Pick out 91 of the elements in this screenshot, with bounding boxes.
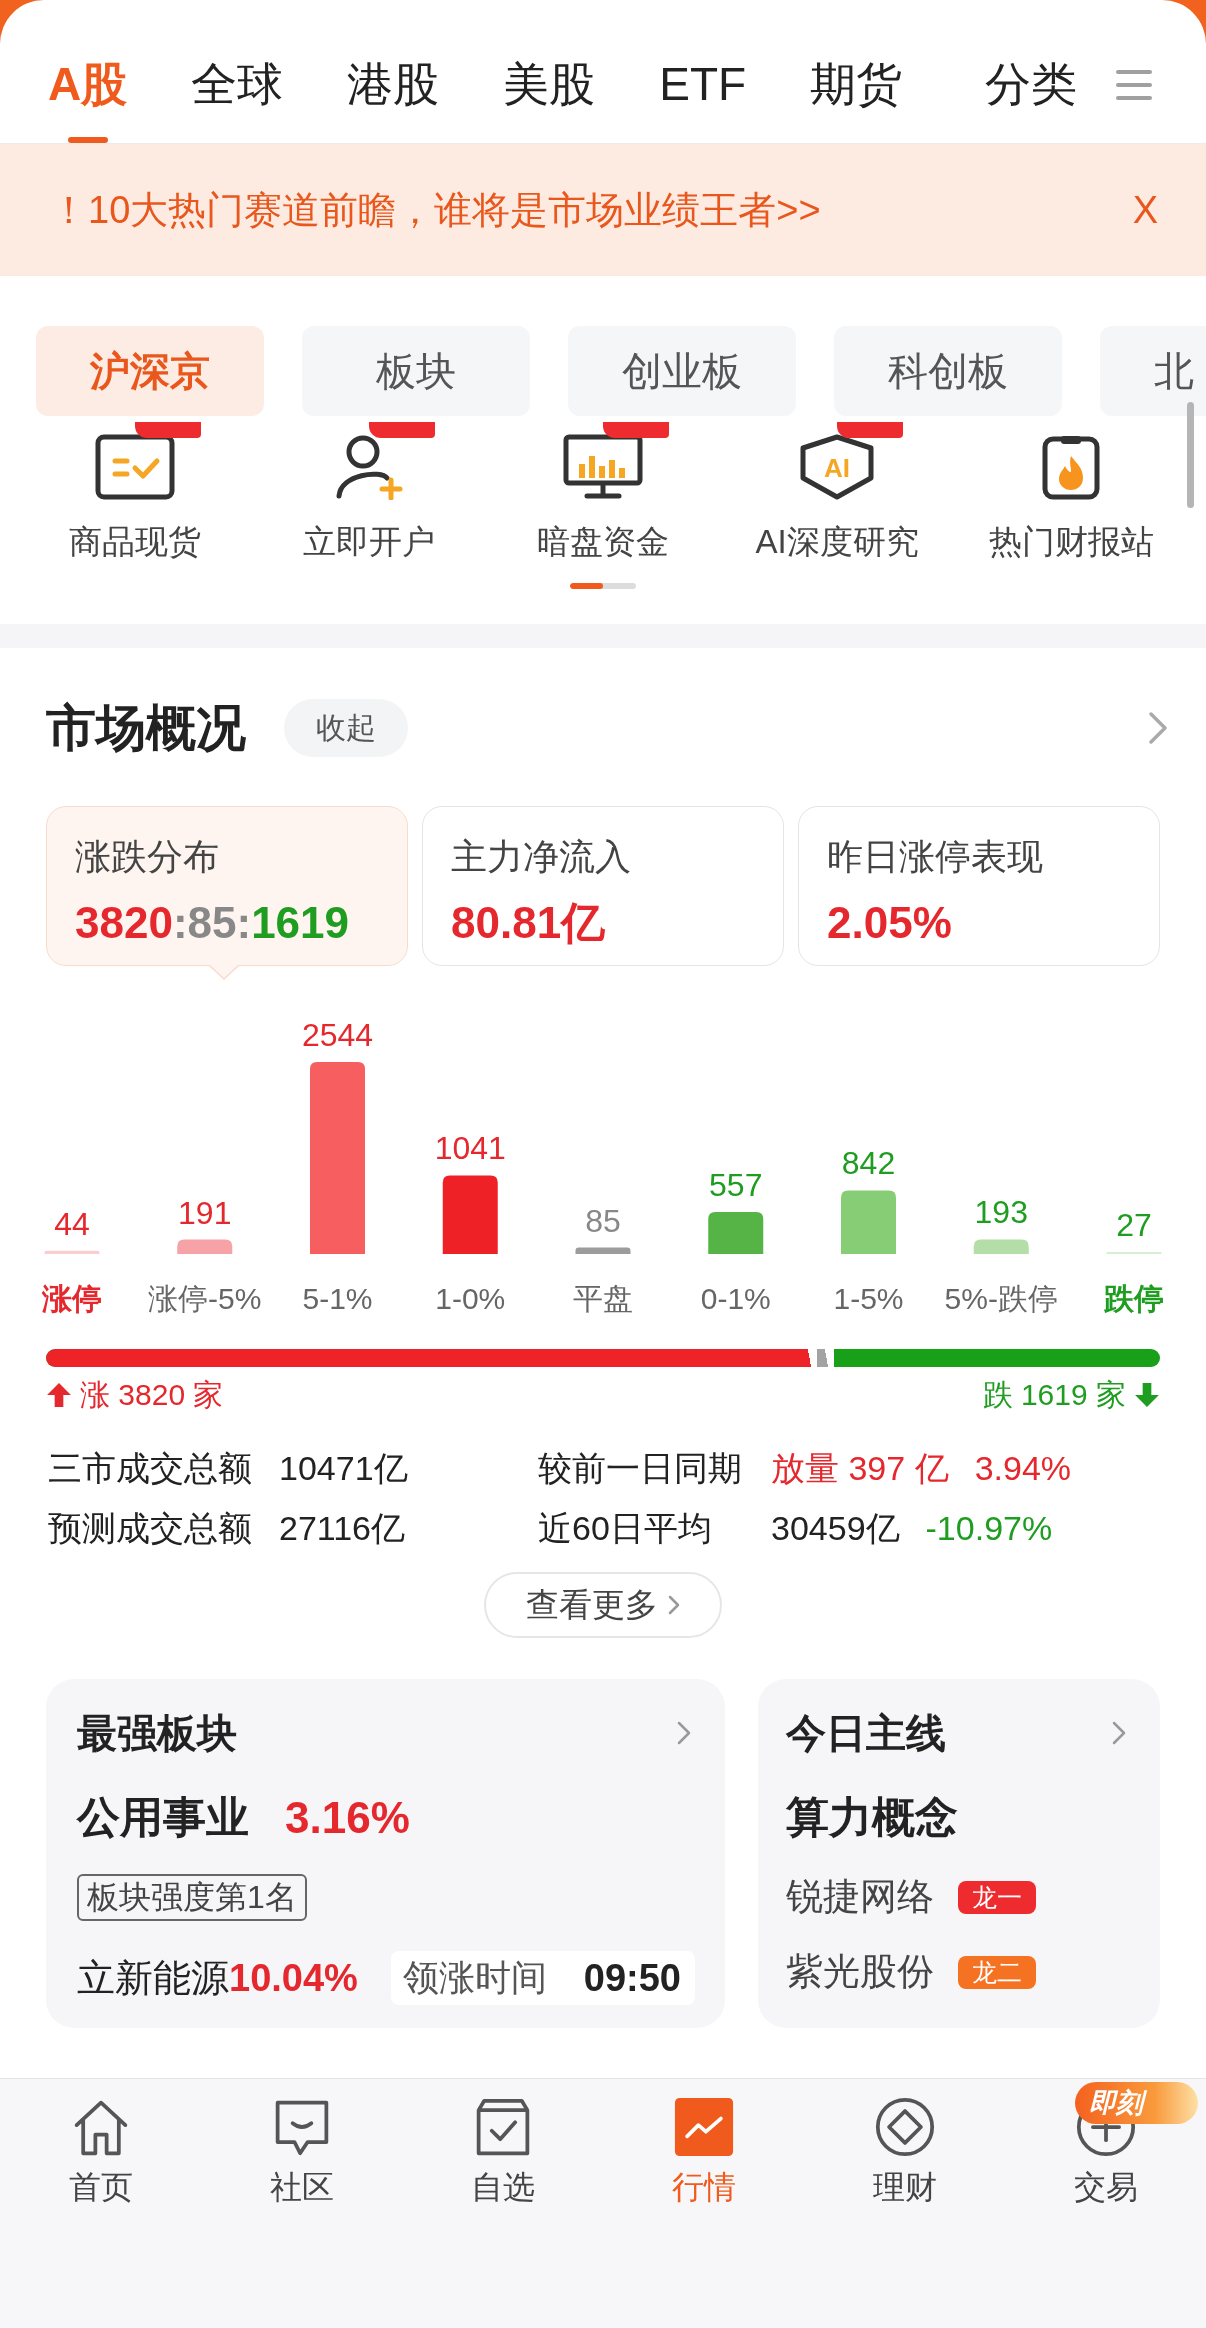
sector-change: 3.16% xyxy=(285,1793,410,1843)
arrow-down-icon xyxy=(1134,1382,1160,1408)
bar-value-label: 557 xyxy=(709,1166,763,1203)
category-label: 跌停 xyxy=(1104,1282,1164,1315)
bar-value-label: 85 xyxy=(585,1202,621,1239)
bar-value-label: 1041 xyxy=(434,1130,506,1167)
collapse-button[interactable]: 收起 xyxy=(284,699,408,757)
bar-value-label: 2544 xyxy=(301,1017,374,1053)
stock-name: 立新能源 xyxy=(77,1955,229,2001)
category-label: 涨停 xyxy=(42,1282,102,1315)
view-more-button[interactable]: 查看更多 xyxy=(484,1572,722,1638)
shortcut-button[interactable]: 商品现货 xyxy=(18,422,252,564)
chevron-right-icon[interactable] xyxy=(1112,1721,1126,1745)
board-tab[interactable]: 创业板 xyxy=(568,326,796,416)
stat-value: 27116亿 xyxy=(279,1508,407,1549)
nav-tab[interactable]: 自选 xyxy=(402,2079,603,2209)
fall-count: 跌 1619 家 xyxy=(982,1377,1126,1413)
card-title: 主力净流入 xyxy=(451,835,632,879)
card-value: 3820:85:1619 xyxy=(75,897,351,949)
stock-name: 紫光股份 xyxy=(786,1950,934,1994)
summary-card[interactable]: 主力净流入 80.81亿 xyxy=(422,806,784,966)
category-label: 平盘 xyxy=(573,1282,633,1315)
change-value: -10.97% xyxy=(925,1508,1053,1549)
bar-value-label: 193 xyxy=(974,1194,1028,1231)
theme-card[interactable]: 今日主线 算力概念 锐捷网络 龙一 紫光股份 龙二 xyxy=(758,1679,1160,2028)
change-value: 3.94% xyxy=(974,1448,1072,1489)
monitor-chart-icon xyxy=(563,434,643,500)
compare-label: 近60日平均 xyxy=(538,1508,713,1549)
compare-value: 放量 397 亿 xyxy=(771,1448,949,1489)
market-tab[interactable]: 港股 xyxy=(347,0,440,143)
lead-time-label: 领涨时间 xyxy=(403,1955,547,2000)
sector-name: 公用事业 xyxy=(77,1792,249,1843)
card-title: 最强板块 xyxy=(77,1710,237,1757)
shortcut-button[interactable]: 暗盘资金 xyxy=(486,422,720,564)
nav-tab[interactable]: 理财 xyxy=(804,2079,1005,2209)
checklist-box-icon xyxy=(95,434,175,500)
leader-tag: 龙一 xyxy=(958,1880,1036,1914)
board-tab[interactable]: 科创板 xyxy=(834,326,1062,416)
theme-name: 算力概念 xyxy=(786,1792,958,1843)
sector-card[interactable]: 最强板块 公用事业 3.16% 板块强度第1名 立新能源10.04% 领涨时间 09:50 xyxy=(46,1679,725,2028)
bar-value-label: 27 xyxy=(1116,1206,1152,1243)
stock-name: 锐捷网络 xyxy=(786,1875,934,1919)
line-chart-icon xyxy=(673,2097,734,2157)
nav-tab[interactable]: 首页 xyxy=(0,2079,201,2209)
card-title: 昨日涨停表现 xyxy=(827,835,1044,879)
category-label: 1-0% xyxy=(435,1282,506,1315)
bar-value-label: 191 xyxy=(178,1194,232,1231)
category-label: 5%-跌停 xyxy=(944,1282,1058,1315)
promo-badge: 即刻 xyxy=(1075,2082,1198,2124)
chevron-right-icon xyxy=(668,1595,680,1615)
stat-value: 10471亿 xyxy=(279,1448,409,1489)
market-tab[interactable]: 全球 xyxy=(191,0,284,143)
menu-icon[interactable] xyxy=(1116,70,1152,100)
card-title: 涨跌分布 xyxy=(75,835,220,879)
board-tab[interactable]: 北 xyxy=(1100,326,1206,416)
category-button[interactable]: 分类 xyxy=(985,0,1077,143)
lead-time-value: 09:50 xyxy=(583,1956,681,2000)
category-label: 5-1% xyxy=(302,1282,373,1315)
category-label: 0-1% xyxy=(700,1282,771,1315)
board-tab[interactable]: 板块 xyxy=(302,326,530,416)
diamond-circle-icon xyxy=(874,2097,935,2157)
arrow-up-icon xyxy=(46,1382,72,1408)
summary-card[interactable]: 昨日涨停表现 2.05% xyxy=(798,806,1160,966)
stat-label: 预测成交总额 xyxy=(48,1508,253,1549)
card-value: 80.81亿 xyxy=(451,897,607,949)
market-tab[interactable]: ETF xyxy=(659,0,747,143)
chevron-right-icon[interactable] xyxy=(677,1721,691,1745)
rank-tag: 板块强度第1名 xyxy=(77,1874,307,1921)
card-pointer-icon xyxy=(209,965,239,980)
category-label: 1-5% xyxy=(833,1282,904,1315)
card-title: 今日主线 xyxy=(786,1710,946,1757)
stat-label: 三市成交总额 xyxy=(48,1448,253,1489)
compare-value: 30459亿 xyxy=(771,1508,900,1549)
bar-value-label: 44 xyxy=(54,1205,90,1242)
chevron-right-icon[interactable] xyxy=(1148,711,1168,745)
card-value: 2.05% xyxy=(827,897,953,949)
market-tab[interactable]: 期货 xyxy=(810,0,903,143)
category-label: 涨停-5% xyxy=(148,1282,262,1315)
nav-tab[interactable]: 社区 xyxy=(201,2079,402,2209)
market-tab[interactable]: 美股 xyxy=(503,0,596,143)
bar-value-label: 842 xyxy=(841,1145,896,1182)
stock-change: 10.04% xyxy=(229,1956,358,2000)
section-title: 市场概况 xyxy=(46,699,246,758)
compare-label: 较前一日同期 xyxy=(538,1448,743,1489)
banner-text: ！10大热门赛道前瞻，谁将是市场业绩王者>> xyxy=(50,187,821,233)
rise-count: 涨 3820 家 xyxy=(80,1377,224,1413)
leader-tag: 龙二 xyxy=(958,1955,1036,1989)
page-indicator xyxy=(570,583,636,589)
shortcut-button[interactable]: AI AI深度研究 xyxy=(720,422,954,564)
shortcut-button[interactable]: 热门财报站 xyxy=(954,422,1188,564)
shortcut-button[interactable]: 立即开户 xyxy=(252,422,486,564)
